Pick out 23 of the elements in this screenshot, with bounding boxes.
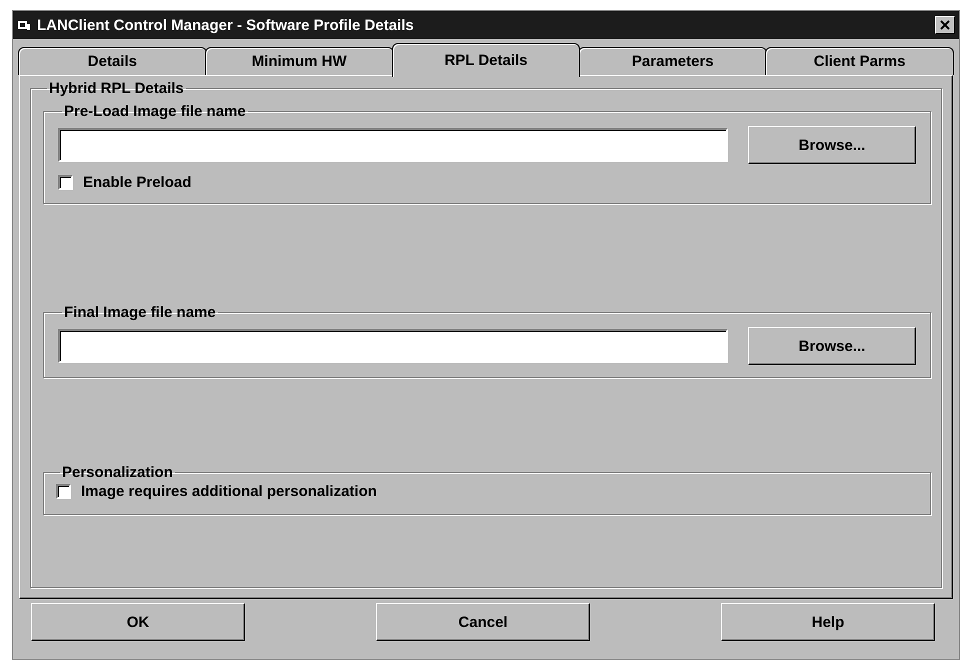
close-button[interactable] [935, 16, 955, 34]
tab[interactable]: Details [18, 47, 207, 75]
checkbox[interactable] [58, 175, 73, 190]
checkbox-label[interactable]: Enable Preload [83, 174, 192, 191]
dialog-button[interactable]: OK [31, 603, 245, 641]
close-icon [940, 20, 950, 30]
group-title: Final Image file name [63, 304, 217, 321]
browse-button[interactable]: Browse... [748, 126, 916, 164]
dialog-button[interactable]: Cancel [376, 603, 590, 641]
tab[interactable]: Minimum HW [204, 47, 394, 75]
group-title: Pre-Load Image file name [63, 103, 247, 120]
group-title: Hybrid RPL Details [48, 80, 185, 97]
checkbox[interactable] [56, 484, 71, 499]
input-field[interactable] [58, 329, 728, 363]
app-icon [17, 18, 31, 32]
checkbox-label[interactable]: Image requires additional personalization [81, 483, 377, 500]
browse-button[interactable]: Browse... [748, 327, 916, 365]
group-title: Personalization [61, 464, 174, 481]
tab[interactable]: RPL Details [392, 43, 580, 77]
dialog-button[interactable]: Help [721, 603, 935, 641]
tab[interactable]: Client Parms [765, 47, 954, 75]
window-title: LANClient Control Manager - Software Profile Details [37, 16, 414, 34]
input-field[interactable] [58, 128, 728, 162]
